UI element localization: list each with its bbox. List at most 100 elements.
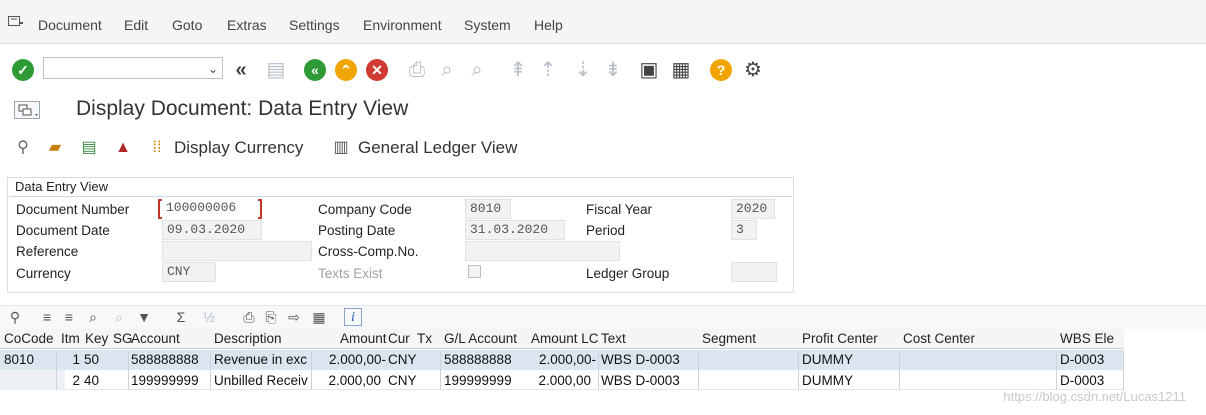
menu-document[interactable]: Document (38, 17, 102, 33)
cell-description: Revenue in exc (214, 352, 308, 367)
cell-gl-account: 588888888 (444, 352, 512, 367)
document-number-field[interactable]: 100000006 (162, 199, 260, 219)
find-next-grid-icon: ⌕ (115, 309, 123, 325)
fiscal-year-field[interactable]: 2020 (731, 199, 775, 219)
sum-icon[interactable]: Σ (172, 308, 190, 326)
sort-descending-icon[interactable]: ≡ (60, 308, 78, 326)
texts-exist-label: Texts Exist (318, 266, 383, 281)
col-wbs[interactable]: WBS Ele (1060, 331, 1114, 346)
posting-date-field[interactable]: 31.03.2020 (465, 220, 565, 240)
cell-profit-center: DUMMY (802, 352, 853, 367)
company-code-label: Company Code (318, 202, 412, 217)
first-page-icon: ⇞ (509, 59, 527, 81)
menu-toggle-icon[interactable] (8, 16, 24, 28)
col-key[interactable]: Key (85, 331, 108, 346)
col-cocode[interactable]: CoCode (4, 331, 54, 346)
command-dropdown-icon[interactable]: ⌄ (205, 58, 221, 80)
col-account[interactable]: Account (131, 331, 180, 346)
back-icon[interactable]: « (304, 59, 326, 81)
info-icon[interactable]: i (344, 308, 362, 326)
help-icon[interactable]: ? (710, 59, 732, 81)
col-amount-lc[interactable]: Amount LC (531, 331, 599, 346)
doc-overview-icon[interactable]: ▤ (78, 138, 100, 158)
hat-icon[interactable]: ▲ (112, 138, 134, 158)
currency-field[interactable]: CNY (162, 262, 216, 282)
document-date-field[interactable]: 09.03.2020 (162, 220, 262, 240)
col-tx[interactable]: Tx (417, 331, 432, 346)
texts-exist-checkbox (468, 265, 481, 278)
page-title: Display Document: Data Entry View (76, 97, 409, 120)
column-divider (698, 350, 699, 390)
cell-text: WBS D-0003 (601, 373, 680, 388)
currency-label: Currency (16, 266, 71, 281)
next-page-icon: ⇣ (574, 59, 592, 81)
cell-amount-lc: 2.000,00- (538, 352, 596, 367)
fiscal-year-label: Fiscal Year (586, 202, 653, 217)
currency-icon[interactable]: ⁞⁞ (146, 138, 168, 158)
posting-date-label: Posting Date (318, 223, 396, 238)
cancel-icon[interactable]: ✕ (366, 59, 388, 81)
layout-icon[interactable]: ▦ (310, 308, 328, 326)
col-description[interactable]: Description (214, 331, 282, 346)
print-grid-icon[interactable]: ⎙ (240, 308, 258, 326)
glasses-icon[interactable]: ⚲ (12, 138, 34, 158)
column-divider (798, 350, 799, 390)
col-amount[interactable]: Amount (340, 331, 387, 346)
column-divider (1056, 350, 1057, 390)
settings-icon[interactable]: ⚙ (742, 59, 764, 81)
column-divider (899, 350, 900, 390)
column-divider (210, 350, 211, 390)
menu-goto[interactable]: Goto (172, 17, 202, 33)
col-segment[interactable]: Segment (702, 331, 756, 346)
cross-comp-field[interactable] (465, 241, 620, 261)
menu-settings[interactable]: Settings (289, 17, 340, 33)
col-cost-center[interactable]: Cost Center (903, 331, 975, 346)
cell-cocode: 8010 (4, 352, 35, 367)
print-icon: ⎙ (409, 59, 425, 81)
ledger-group-field[interactable] (731, 262, 777, 282)
menu-system[interactable]: System (464, 17, 511, 33)
column-divider (1123, 350, 1124, 390)
cell-gl-account: 199999999 (444, 373, 512, 388)
print-preview-icon[interactable]: ⎘ (262, 308, 280, 326)
menu-help[interactable]: Help (534, 17, 563, 33)
col-sg[interactable]: SG (113, 331, 133, 346)
details-icon[interactable]: ⚲ (6, 308, 24, 326)
cell-description: Unbilled Receiv (214, 373, 308, 388)
cell-account: 588888888 (131, 352, 199, 367)
menu-extras[interactable]: Extras (227, 17, 267, 33)
cell-wbs: D-0003 (1060, 373, 1105, 388)
company-code-field[interactable]: 8010 (465, 199, 511, 219)
menu-environment[interactable]: Environment (363, 17, 442, 33)
sort-ascending-icon[interactable]: ≡ (38, 308, 56, 326)
col-text[interactable]: Text (601, 331, 626, 346)
period-field[interactable]: 3 (731, 220, 757, 240)
col-gl-account[interactable]: G/L Account (444, 331, 517, 346)
col-profit-center[interactable]: Profit Center (802, 331, 878, 346)
col-itm[interactable]: Itm (61, 331, 80, 346)
find-grid-icon[interactable]: ⌕ (84, 308, 102, 326)
cell-profit-center: DUMMY (802, 373, 853, 388)
shortcut-icon[interactable]: ▦ (670, 59, 692, 81)
export-icon[interactable]: ⇨ (285, 308, 303, 326)
reference-label: Reference (16, 244, 79, 259)
general-ledger-view-button[interactable]: General Ledger View (358, 138, 517, 158)
reference-field[interactable] (162, 241, 312, 261)
cell-itm: 1 (72, 352, 80, 367)
command-field[interactable] (43, 57, 223, 79)
back-double-icon[interactable]: « (230, 59, 252, 81)
bracket-right (258, 199, 262, 219)
exit-icon[interactable]: ⌃ (335, 59, 357, 81)
document-icon[interactable]: ▰ (44, 138, 66, 158)
find-icon: ⌕ (441, 59, 453, 81)
data-entry-view-group (7, 177, 794, 293)
filter-icon[interactable]: ▼ (135, 308, 153, 326)
cell-wbs: D-0003 (1060, 352, 1105, 367)
menu-edit[interactable]: Edit (124, 17, 148, 33)
display-currency-button[interactable]: Display Currency (174, 138, 303, 158)
ledger-icon[interactable]: ▥ (330, 138, 352, 158)
check-icon[interactable]: ✓ (12, 59, 34, 81)
new-session-icon[interactable]: ▣ (638, 59, 660, 81)
screen-menu-icon[interactable] (14, 101, 40, 119)
col-cur[interactable]: Cur (388, 331, 410, 346)
